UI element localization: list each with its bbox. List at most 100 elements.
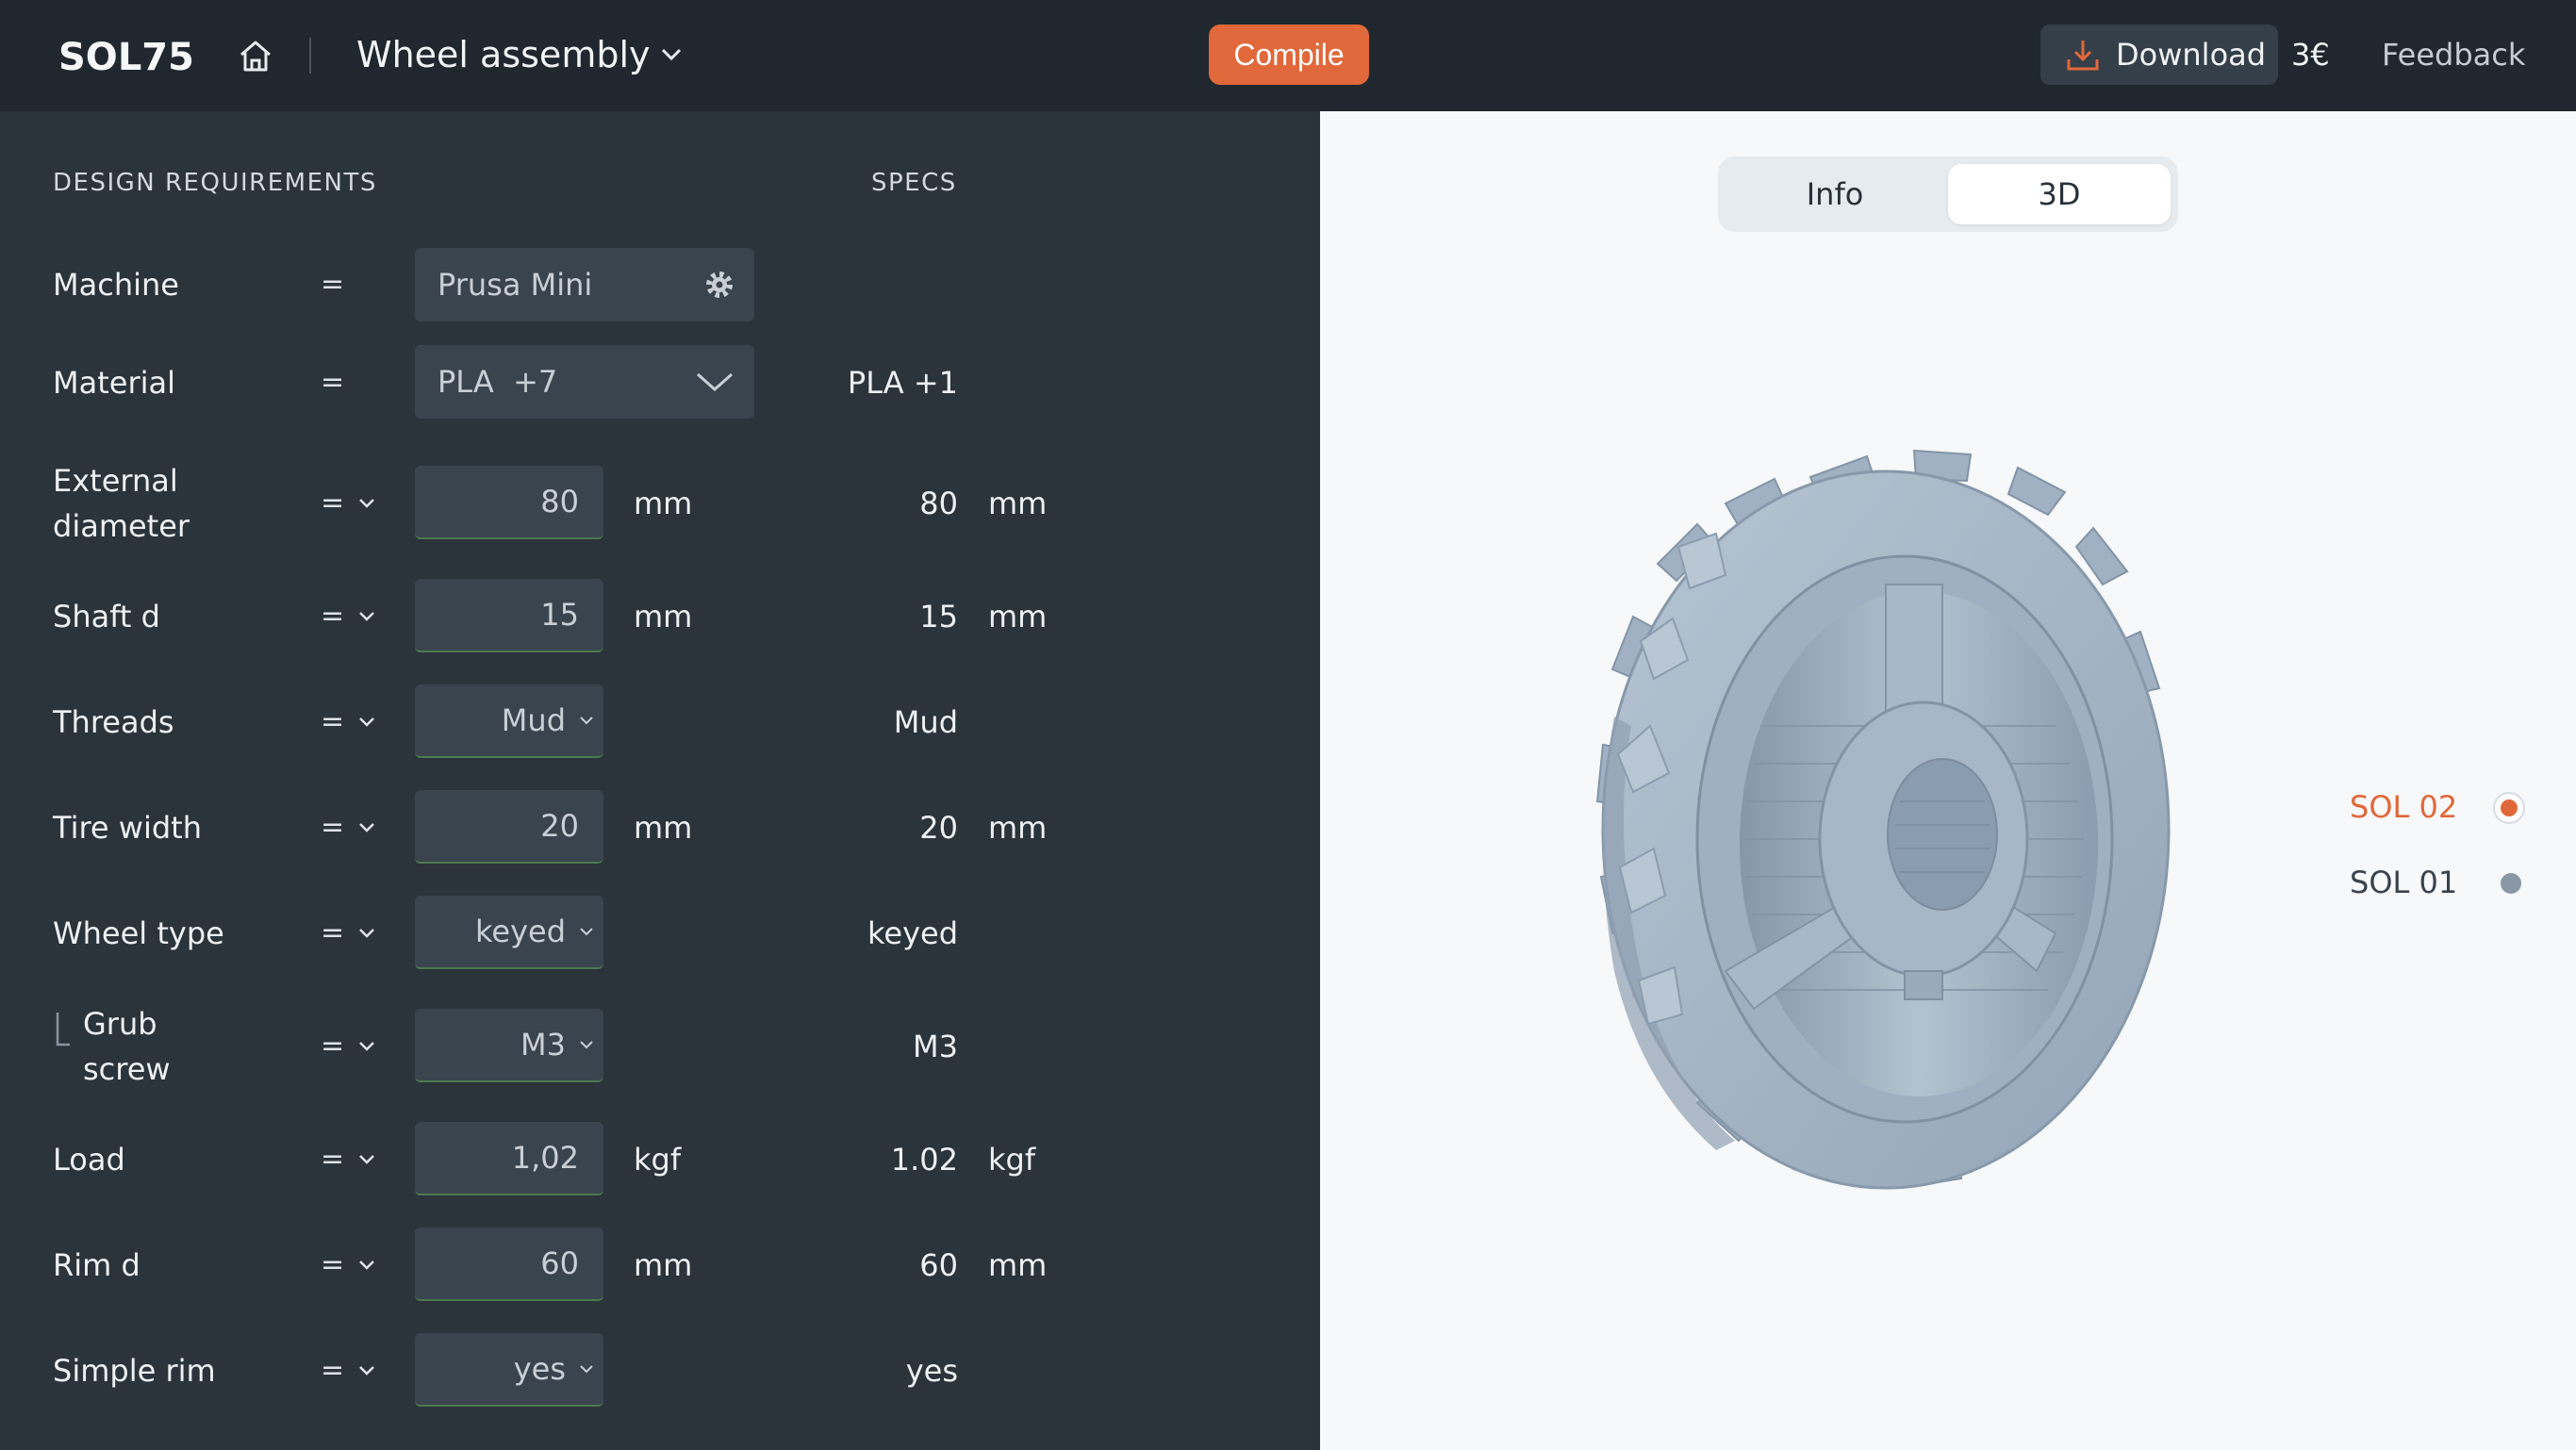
solution-sol-01-radio[interactable] [2501, 873, 2521, 894]
spec-unit-rim-d: mm [988, 1247, 1048, 1283]
feedback-link[interactable]: Feedback [2382, 32, 2525, 77]
threads-value: Mud [501, 702, 566, 738]
compile-button[interactable]: Compile [1209, 25, 1369, 85]
material-select[interactable]: PLA +7 [415, 345, 754, 419]
row-op-threads[interactable]: = [321, 700, 344, 745]
chevron-down-icon [580, 928, 593, 936]
row-label-rim-d: Rim d [53, 1247, 140, 1283]
row-label-grub-screw-2: screw [83, 1051, 171, 1087]
spec-rim-d: 60 [919, 1247, 958, 1283]
radio-dot [2501, 799, 2518, 816]
row-op-tire-width[interactable]: = [321, 805, 344, 850]
machine-value: Prusa Mini [438, 267, 593, 303]
row-op-grub-screw[interactable]: = [321, 1024, 344, 1069]
solution-sol-02-radio[interactable] [2493, 792, 2525, 824]
gear-icon[interactable] [703, 269, 735, 301]
chevron-down-icon[interactable] [358, 1260, 375, 1271]
machine-field[interactable]: Prusa Mini [415, 248, 754, 321]
unit-shaft-d: mm [634, 599, 693, 634]
solution-sol-01[interactable]: SOL 01 [2350, 862, 2457, 903]
chevron-down-icon[interactable] [358, 498, 375, 509]
row-op-load[interactable]: = [321, 1137, 344, 1182]
row-label-tire-width: Tire width [53, 810, 202, 846]
chevron-down-icon [697, 372, 733, 392]
download-button[interactable]: Download [2040, 25, 2278, 85]
shaft-d-input[interactable]: 15 [415, 579, 603, 652]
grub-screw-value: M3 [520, 1027, 566, 1063]
tire-width-input[interactable]: 20 [415, 790, 603, 864]
spec-unit-tire-width: mm [988, 810, 1048, 846]
chevron-down-icon[interactable] [358, 1154, 375, 1165]
row-op-external-diameter[interactable]: = [321, 481, 344, 526]
price-label: 3€ [2291, 37, 2330, 73]
simple-rim-value: yes [513, 1351, 566, 1387]
download-icon [2067, 41, 2099, 71]
logo-icon[interactable]: SOL75 [58, 36, 209, 77]
row-op-material: = [321, 366, 345, 399]
material-value: PLA +7 [438, 364, 558, 400]
chevron-down-icon[interactable] [358, 1365, 375, 1376]
view-tabs: Info 3D [1718, 157, 2178, 232]
row-op-machine: = [321, 268, 345, 301]
grub-screw-select[interactable]: M3 [415, 1009, 603, 1082]
specs-heading: SPECS [871, 169, 957, 197]
row-label-external-diameter-1: External [53, 463, 178, 499]
spec-external-diameter: 80 [919, 486, 958, 521]
project-title[interactable]: Wheel assembly [356, 30, 651, 79]
row-label-external-diameter-2: diameter [53, 508, 190, 544]
chevron-down-icon[interactable] [358, 1041, 375, 1052]
solution-sol-02[interactable]: SOL 02 [2350, 786, 2457, 828]
row-label-simple-rim: Simple rim [53, 1353, 216, 1389]
row-label-shaft-d: Shaft d [53, 599, 160, 634]
header-divider [309, 38, 311, 74]
spec-wheel-type: keyed [867, 915, 958, 951]
svg-text:SOL75: SOL75 [58, 36, 194, 77]
spec-grub-screw: M3 [913, 1029, 958, 1064]
row-label-load: Load [53, 1142, 125, 1178]
tab-3d[interactable]: 3D [1948, 164, 2171, 224]
spec-material: PLA +1 [847, 365, 958, 401]
simple-rim-select[interactable]: yes [415, 1333, 603, 1407]
row-label-wheel-type: Wheel type [53, 915, 224, 951]
download-label: Download [2116, 37, 2267, 73]
external-diameter-input[interactable]: 80 [415, 466, 603, 539]
wheel-type-value: keyed [474, 914, 566, 949]
chevron-down-icon[interactable] [660, 45, 683, 64]
chevron-down-icon[interactable] [358, 611, 375, 622]
spec-shaft-d: 15 [919, 599, 958, 634]
chevron-down-icon [580, 1041, 593, 1049]
home-icon[interactable] [236, 36, 275, 75]
unit-load: kgf [634, 1142, 682, 1178]
row-label-grub-screw-1: Grub [83, 1006, 157, 1042]
chevron-down-icon [580, 717, 593, 725]
unit-external-diameter: mm [634, 486, 693, 521]
top-bar: SOL75 Wheel assembly Compile Download 3€… [0, 0, 2576, 111]
row-label-machine: Machine [53, 267, 179, 303]
spec-load: 1.02 [890, 1142, 958, 1178]
row-op-shaft-d[interactable]: = [321, 594, 344, 639]
sub-item-connector [56, 1013, 70, 1046]
wheel-3d-model[interactable] [1527, 443, 2225, 1235]
spec-unit-shaft-d: mm [988, 599, 1048, 634]
chevron-down-icon[interactable] [358, 928, 375, 939]
row-op-simple-rim[interactable]: = [321, 1348, 344, 1393]
wheel-type-select[interactable]: keyed [415, 896, 603, 969]
row-op-wheel-type[interactable]: = [321, 911, 344, 956]
chevron-down-icon[interactable] [358, 822, 375, 833]
unit-rim-d: mm [634, 1247, 693, 1283]
row-label-material: Material [53, 365, 175, 401]
chevron-down-icon [580, 1365, 593, 1374]
chevron-down-icon[interactable] [358, 717, 375, 728]
threads-select[interactable]: Mud [415, 684, 603, 758]
spec-threads: Mud [893, 704, 958, 740]
design-requirements-heading: DESIGN REQUIREMENTS [53, 169, 377, 197]
load-input[interactable]: 1,02 [415, 1122, 603, 1195]
row-op-rim-d[interactable]: = [321, 1243, 344, 1288]
spec-unit-load: kgf [988, 1142, 1036, 1178]
unit-tire-width: mm [634, 810, 693, 846]
spec-simple-rim: yes [905, 1353, 958, 1389]
tab-info[interactable]: Info [1726, 164, 1944, 224]
spec-unit-external-diameter: mm [988, 486, 1048, 521]
rim-d-input[interactable]: 60 [415, 1228, 603, 1301]
row-label-threads: Threads [53, 704, 174, 740]
